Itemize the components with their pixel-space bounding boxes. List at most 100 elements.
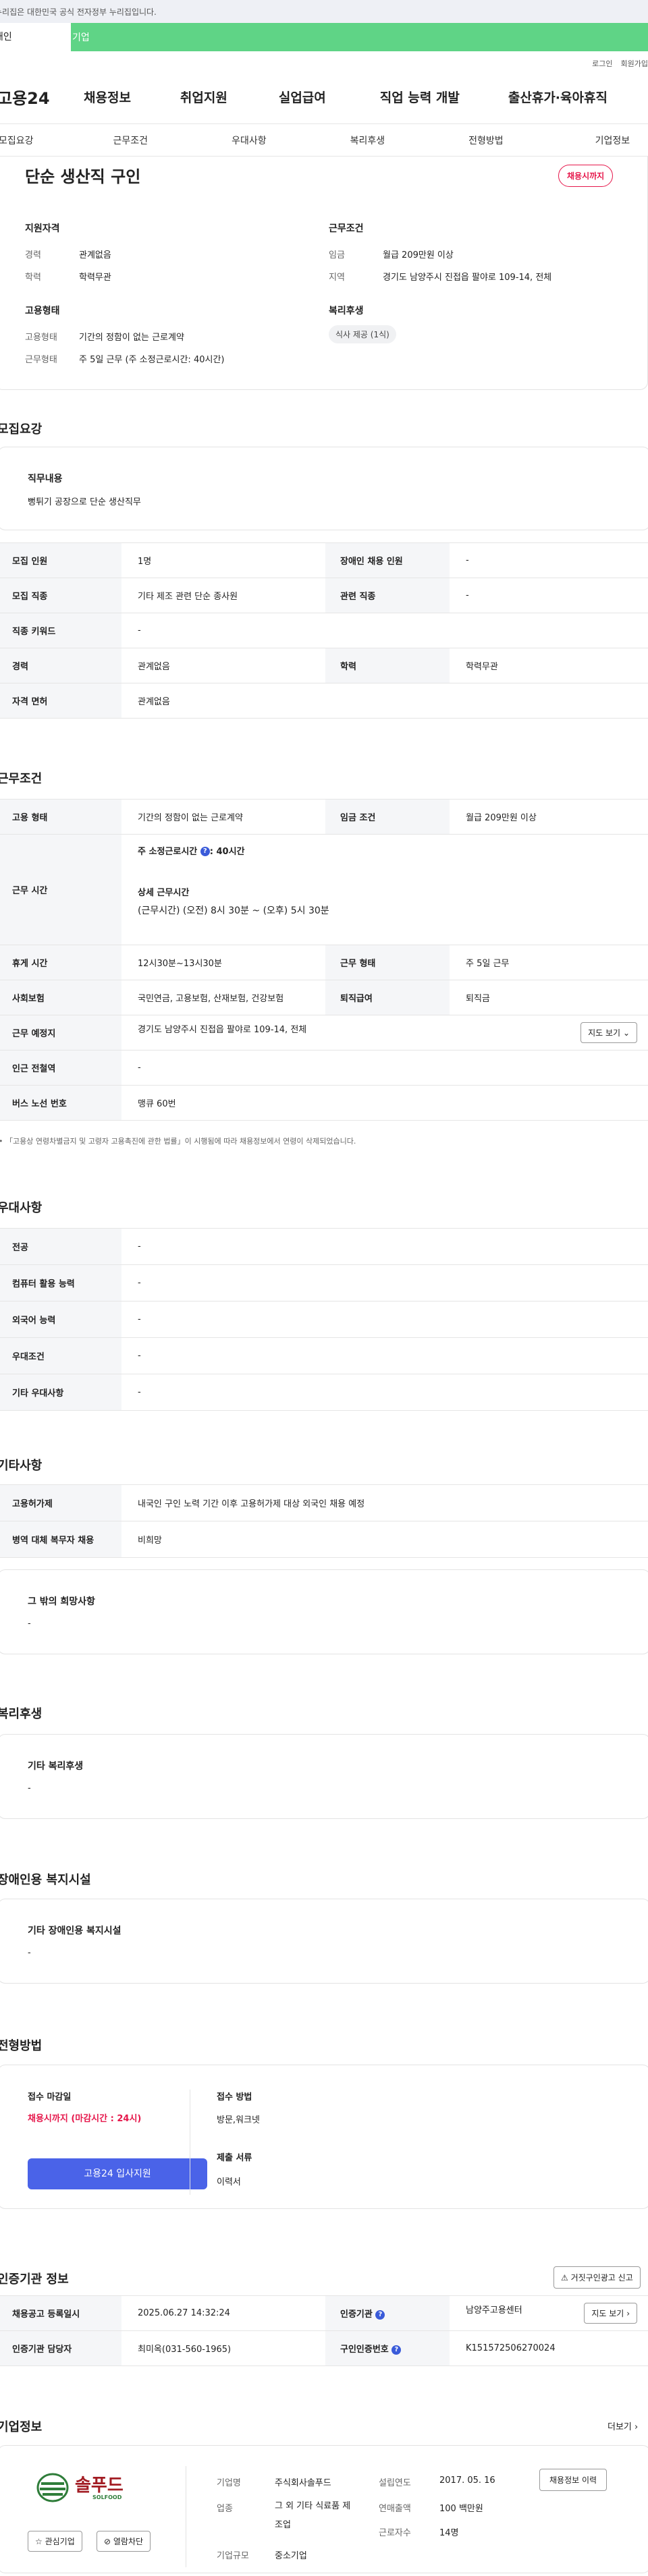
logo-text: 솔푸드 [75,2475,124,2496]
welfare-heading: 복리후생 [329,306,364,316]
docs-label: 제출 서류 [217,2153,252,2163]
cell-label: 우대조건 [0,1337,122,1374]
cell-value: 기간의 정함이 없는 근로계약 [122,799,325,835]
cell-label: 학력 [325,648,450,683]
map-button[interactable]: 지도 보기 ⌄ [580,1022,637,1043]
detail-value: (근무시간) (오전) 8시 30분 ~ (오후) 5시 30분 [138,905,329,916]
cell-value: - [122,613,648,648]
disab-heading: 장애인용 복지시설 [0,1873,91,1887]
section-tabs: 모집요강 근무조건 우대사항 복리후생 전형방법 기업정보 [0,124,648,157]
career-value: 관계없음 [79,250,111,260]
welfare-value: - [28,1783,31,1793]
block-button[interactable]: ⊘ 열람차단 [97,2531,151,2552]
work-time-cell: 주 소정근로시간 ?: 40시간 상세 근무시간 (근무시간) (오전) 8시 … [122,834,648,945]
gov-notice-bar: 누리집은 대한민국 공식 전자정부 누리집입니다. [0,0,648,23]
cell-label: 모집 인원 [0,542,122,578]
detail-title: 상세 근무시간 [138,887,190,898]
site-logo[interactable]: 고용24 [0,85,78,109]
company-logo: 솔푸드 SOLFOOD [36,2471,157,2505]
cell-value: 퇴직금 [450,980,648,1015]
cell-value: - [450,578,648,613]
info-icon[interactable]: ? [375,2309,385,2320]
nav-jobs[interactable]: 채용정보 [84,88,131,106]
cell-label: 전공 [0,1228,122,1265]
cell-label: 채용공고 등록일시 [0,2295,122,2331]
apply-button[interactable]: 고용24 입사지원 [28,2158,207,2189]
cell-label: 인근 전철역 [0,1050,122,1086]
duty-label: 직무내용 [28,474,63,484]
cell-label: 관련 직종 [325,578,450,613]
cell-label: 퇴직급여 [325,980,450,1015]
cell-value: 12시30분~13시30분 [122,945,325,980]
deadline-value: 채용시까지 (마감시간 : 24시) [28,2114,142,2124]
loc-value: 경기도 남양주시 진접읍 팔야로 109-14, 전체 [383,273,552,283]
cell-label: 기타 우대사항 [0,1374,122,1411]
cond-heading: 근무조건 [329,223,364,234]
info-icon[interactable]: ? [392,2345,402,2355]
tab-work[interactable]: 근무조건 [113,134,148,147]
tab-company-info[interactable]: 기업정보 [595,134,630,147]
loc-label: 지역 [329,273,345,283]
cell-label: 사회보험 [0,980,122,1015]
cell-label: 인증기관 담당자 [0,2330,122,2366]
company-heading: 기업정보 [0,2420,43,2434]
report-button-label: 거짓구인광고 신고 [570,2273,633,2283]
fav-button[interactable]: ☆ 관심기업 [28,2531,82,2552]
cell-value: 1명 [122,542,325,578]
ind-value: 그 외 기타 식료품 제조업 [275,2501,351,2530]
block-label: 열람차단 [113,2537,144,2546]
status-badge: 채용시까지 [558,165,614,187]
main-nav: 고용24 채용정보 취업지원 실업급여 직업 능력 개발 출산휴가·육아휴직 [0,70,648,124]
cell-label: 고용허가제 [0,1484,122,1521]
duty-card: 직무내용 뻥튀기 공장으로 단순 생산직무 [0,447,648,530]
recruit-table: 모집 인원 1명 장애인 채용 인원 - 모집 직종 기타 제조 관련 단순 종사원 관련… [0,542,648,719]
pref-heading: 우대사항 [0,1201,43,1215]
nav-unemployment[interactable]: 실업급여 [279,88,326,106]
join-link[interactable]: 회원가입 [621,59,648,68]
year-value: 2017. 05. 16 [439,2475,495,2486]
cell-label: 자격 면허 [0,683,122,719]
pref-table: 전공 - 컴퓨터 활용 능력 - 외국어 능력 - 우대조건 - 기타 우대사항 - [0,1228,648,1411]
disab-value: - [28,1948,31,1958]
company-more-link[interactable]: 더보기 › [608,2419,638,2432]
name-value: 주식회사솔푸드 [275,2478,331,2488]
agency-map-button[interactable]: 지도 보기 › [584,2303,637,2324]
tab-recruit[interactable]: 모집요강 [0,134,34,147]
tab-welfare[interactable]: 복리후생 [350,134,385,147]
cell-label: 고용 형태 [0,799,122,835]
cell-label: 버스 노선 번호 [0,1085,122,1121]
info-icon[interactable]: ? [200,847,210,856]
cell-label: 근무 형태 [325,945,450,980]
emp-type-value: 기간의 정함이 없는 근로계약 [79,333,184,343]
nav-leave[interactable]: 출산휴가·육아휴직 [508,88,608,106]
company-card: 솔푸드 SOLFOOD ☆ 관심기업 ⊘ 열람차단 기업명 주식회사솔푸드 업종… [0,2445,648,2573]
tab-screening[interactable]: 전형방법 [468,134,504,147]
recruit-heading: 모집요강 [0,422,43,437]
career-label: 경력 [25,250,41,260]
nav-training[interactable]: 직업 능력 개발 [380,88,460,106]
block-icon: ⊘ [104,2537,111,2546]
tab-company[interactable]: 기업 [71,30,90,44]
ind-label: 업종 [217,2504,233,2514]
history-button[interactable]: 채용정보 이력 [539,2469,608,2491]
tab-personal[interactable]: 개인 [0,23,71,51]
report-button[interactable]: ⚠ 거짓구인광고 신고 [554,2266,641,2289]
cell-value: - [122,1264,648,1301]
emp-value: 14명 [439,2528,459,2538]
login-link[interactable]: 로그인 [592,59,612,68]
nav-employment-support[interactable]: 취업지원 [180,88,227,106]
star-icon: ☆ [35,2537,43,2546]
summary-card: 단순 생산직 구인 채용시까지 지원자격 경력 관계없음 학력 학력무관 근무조… [0,157,648,390]
cert-label: 구인인증번호 [340,2345,389,2355]
tab-pref[interactable]: 우대사항 [232,134,267,147]
other-label: 그 밖의 희망사항 [28,1596,95,1607]
emp-type-label: 고용형태 [25,333,57,343]
other-value: - [28,1619,31,1629]
docs-value: 이력서 [217,2177,241,2187]
chevron-right-icon: › [634,2422,639,2432]
emp-heading: 고용형태 [25,306,60,316]
deadline-label: 접수 마감일 [28,2092,72,2102]
cell-value: - [122,1301,648,1338]
wage-value: 월급 209만원 이상 [383,250,454,260]
work-table: 고용 형태 기간의 정함이 없는 근로계약 임금 조건 월급 209만원 이상 근무 … [0,799,648,1121]
